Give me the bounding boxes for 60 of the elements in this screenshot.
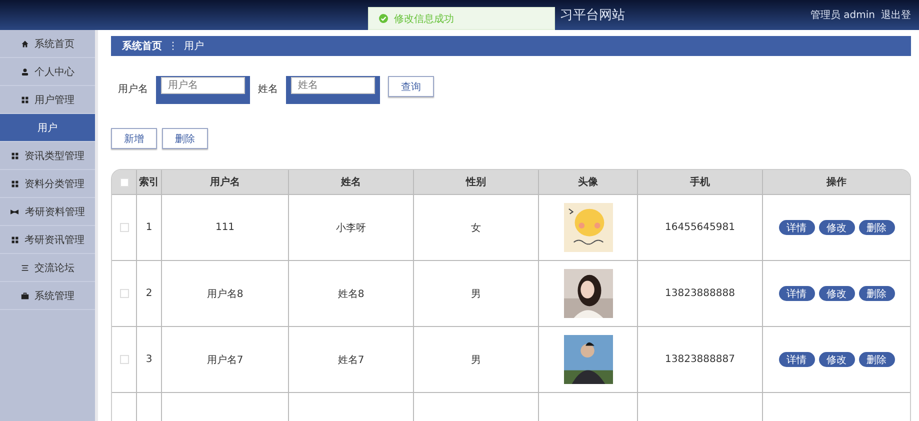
- column-header: 操作: [825, 176, 848, 190]
- row-action-button[interactable]: 修改: [818, 220, 854, 235]
- row-action-button[interactable]: 删除: [858, 220, 894, 235]
- row-checkbox[interactable]: [120, 223, 128, 232]
- table-cell: 用户名7: [162, 327, 289, 392]
- table-cell: 小李呀: [289, 195, 414, 260]
- row-action-button[interactable]: 修改: [818, 352, 854, 367]
- sidebar-item[interactable]: 用户: [0, 114, 95, 142]
- grid-icon: [10, 236, 18, 244]
- breadcrumb-current: 用户: [184, 40, 204, 53]
- row-action-button[interactable]: 详情: [778, 352, 814, 367]
- column-header: 用户名: [162, 170, 289, 194]
- field-label: 姓名: [258, 83, 278, 96]
- table-cell: 姓名7: [289, 327, 414, 392]
- breadcrumb-separator: ⋮: [168, 40, 178, 52]
- column-header: 姓名: [289, 170, 414, 194]
- field-label: 用户名: [118, 82, 148, 96]
- row-action-button[interactable]: 详情: [778, 220, 814, 235]
- lines-icon: [20, 264, 28, 272]
- row-action-button[interactable]: 修改: [818, 286, 854, 301]
- table-cell: 3: [137, 327, 162, 392]
- column-header: 性别: [414, 170, 539, 194]
- logout-link[interactable]: 退出登: [881, 8, 911, 22]
- briefcase-icon: [20, 292, 28, 300]
- table-cell: 男: [414, 261, 539, 326]
- site-title: 习平台网站: [560, 7, 625, 24]
- select-all-checkbox[interactable]: [120, 178, 128, 186]
- search-field[interactable]: 姓名: [286, 76, 380, 104]
- row-action-button[interactable]: 删除: [858, 286, 894, 301]
- table-cell: 16455645981: [638, 195, 763, 260]
- table-cell: 姓名8: [289, 261, 414, 326]
- row-action-button[interactable]: 删除: [858, 352, 894, 367]
- table-cell: 男: [414, 327, 539, 392]
- table-cell: 2: [137, 261, 162, 326]
- column-header: 头像: [539, 170, 638, 194]
- row-checkbox[interactable]: [120, 289, 128, 298]
- table-cell: 111: [162, 195, 289, 260]
- toast-message: 修改信息成功: [394, 12, 454, 26]
- table-cell: 女: [414, 195, 539, 260]
- check-icon: [379, 14, 388, 23]
- table-cell: 13823888888: [638, 261, 763, 326]
- search-field[interactable]: 用户名: [156, 76, 250, 104]
- column-header: 索引: [137, 170, 162, 194]
- column-header: 手机: [638, 170, 763, 194]
- grid-icon: [20, 96, 28, 104]
- home-icon: [20, 40, 28, 48]
- grid-icon: [10, 180, 18, 188]
- table-cell: 13823888887: [638, 327, 763, 392]
- table-cell: 用户名8: [162, 261, 289, 326]
- action-button[interactable]: 新增: [111, 128, 157, 149]
- bowtie-icon: [10, 208, 19, 216]
- user-label: 管理员 admin: [810, 9, 875, 22]
- breadcrumb-link[interactable]: 系统首页: [122, 39, 162, 53]
- action-button[interactable]: 删除: [162, 128, 208, 149]
- grid-icon: [10, 152, 18, 160]
- person-icon: [20, 68, 28, 76]
- row-checkbox[interactable]: [120, 355, 128, 364]
- table-cell: 1: [137, 195, 162, 260]
- row-action-button[interactable]: 详情: [778, 286, 814, 301]
- search-button[interactable]: 查询: [388, 76, 434, 97]
